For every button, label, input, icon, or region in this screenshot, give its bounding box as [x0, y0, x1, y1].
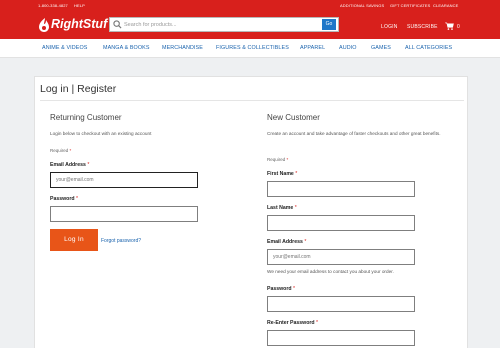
returning-email-label: Email Address * — [50, 162, 90, 168]
nav-item-merchandise[interactable]: MERCHANDISE — [162, 45, 203, 51]
last-name-label: Last Name * — [267, 205, 297, 211]
new-customer-heading: New Customer — [267, 113, 320, 122]
last-name-field[interactable] — [267, 215, 415, 231]
returning-password-field[interactable] — [50, 206, 198, 222]
search-input[interactable] — [124, 18, 314, 31]
gift-certificates-link[interactable]: GIFT CERTIFICATES — [390, 3, 430, 8]
new-email-field[interactable] — [267, 249, 415, 265]
cart-count: 0 — [457, 24, 460, 30]
reenter-password-label: Re-Enter Password * — [267, 320, 319, 326]
nav-item-figures-collectibles[interactable]: FIGURES & COLLECTIBLES — [216, 45, 289, 51]
search-bar[interactable]: Go — [109, 17, 339, 32]
nav-item-apparel[interactable]: APPAREL — [300, 45, 325, 51]
title-divider — [40, 100, 464, 101]
subscribe-link[interactable]: SUBSCRIBE — [407, 24, 438, 30]
utility-bar: 1-800-338-4827 HELP ADDITIONAL SAVINGS G… — [0, 0, 500, 11]
page-title: Log in | Register — [40, 83, 117, 95]
category-nav: ANIME & VIDEOS MANGA & BOOKS MERCHANDISE… — [0, 39, 500, 58]
phone-number: 1-800-338-4827 — [38, 3, 68, 8]
returning-intro: Login below to checkout with an existing… — [50, 131, 152, 136]
first-name-label: First Name * — [267, 171, 298, 177]
nav-item-all-categories[interactable]: ALL CATEGORIES — [405, 45, 452, 51]
new-required-note: Required * — [267, 157, 289, 162]
login-link[interactable]: LOGIN — [381, 24, 398, 30]
nav-item-manga-books[interactable]: MANGA & BOOKS — [103, 45, 150, 51]
nav-item-games[interactable]: GAMES — [371, 45, 391, 51]
email-help-text: We need your email address to contact yo… — [267, 269, 394, 274]
forgot-password-link[interactable]: Forgot password? — [101, 238, 141, 244]
search-go-button[interactable]: Go — [322, 19, 336, 30]
login-button[interactable]: Log In — [50, 229, 98, 251]
logo-text: RightStuf — [51, 17, 108, 31]
additional-savings-link[interactable]: ADDITIONAL SAVINGS — [340, 3, 384, 8]
nav-item-audio[interactable]: AUDIO — [339, 45, 357, 51]
new-password-field[interactable] — [267, 296, 415, 312]
nav-item-anime-videos[interactable]: ANIME & VIDEOS — [42, 45, 87, 51]
cart-icon[interactable] — [445, 22, 454, 30]
new-email-label: Email Address * — [267, 239, 307, 245]
search-icon — [113, 20, 122, 29]
returning-email-field[interactable] — [50, 172, 198, 188]
returning-required-note: Required * — [50, 148, 72, 153]
site-header: RightStuf Go LOGIN SUBSCRIBE 0 — [0, 11, 500, 39]
clearance-link[interactable]: CLEARANCE — [433, 3, 458, 8]
new-customer-intro: Create an account and take advantage of … — [267, 131, 441, 136]
first-name-field[interactable] — [267, 181, 415, 197]
logo-flame-icon — [39, 18, 49, 32]
new-password-label: Password * — [267, 286, 295, 292]
reenter-password-field[interactable] — [267, 330, 415, 346]
help-link[interactable]: HELP — [74, 3, 85, 8]
returning-customer-heading: Returning Customer — [50, 113, 122, 122]
login-register-panel: Log in | Register Returning Customer Log… — [34, 76, 468, 348]
returning-password-label: Password * — [50, 196, 78, 202]
